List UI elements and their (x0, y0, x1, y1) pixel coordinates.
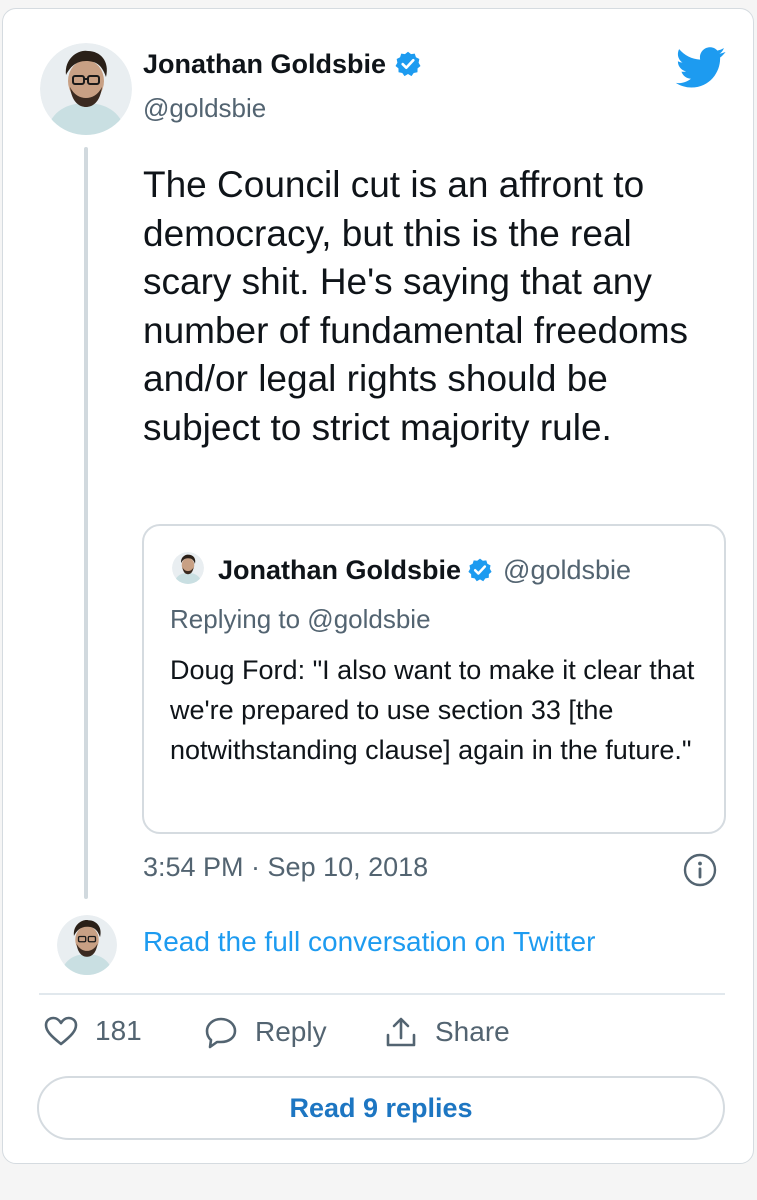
verified-badge-icon (395, 51, 421, 77)
conversation-avatar[interactable] (57, 915, 117, 975)
speech-bubble-icon (205, 1017, 237, 1049)
quoted-tweet-text: Doug Ford: "I also want to make it clear… (170, 655, 695, 765)
replying-to-label: Replying to @goldsbie (170, 604, 431, 634)
read-replies-button[interactable]: Read 9 replies (37, 1076, 725, 1140)
reply-label: Reply (255, 1016, 327, 1047)
divider (39, 993, 725, 995)
share-label: Share (435, 1016, 510, 1047)
quoted-tweet[interactable]: Jonathan Goldsbie @goldsbie Replying to @… (142, 524, 726, 834)
thread-connector-line (84, 147, 88, 899)
twitter-bird-icon[interactable] (675, 47, 727, 89)
quoted-author-name[interactable]: Jonathan Goldsbie (218, 555, 461, 585)
like-count: 181 (95, 1015, 142, 1046)
author-name-text[interactable]: Jonathan Goldsbie (143, 49, 386, 79)
reply-button[interactable]: Reply (203, 1015, 327, 1049)
quoted-author-avatar[interactable] (172, 552, 204, 584)
read-full-conversation-link[interactable]: Read the full conversation on Twitter (143, 926, 595, 958)
quoted-author-line[interactable]: Jonathan Goldsbie @goldsbie (218, 555, 631, 586)
author-avatar[interactable] (40, 43, 132, 135)
verified-badge-icon (468, 558, 492, 582)
share-button[interactable]: Share (383, 1015, 510, 1049)
heart-icon (44, 1016, 78, 1046)
quoted-author-handle[interactable]: @goldsbie (503, 555, 631, 585)
author-handle[interactable]: @goldsbie (143, 93, 266, 124)
tweet-body-text: The Council cut is an affront to democra… (143, 164, 689, 448)
tweet-embed-card: Jonathan Goldsbie @goldsbie The Council … (2, 8, 754, 1164)
share-arrow-icon (386, 1017, 416, 1047)
author-name[interactable]: Jonathan Goldsbie (143, 49, 422, 80)
tweet-timestamp[interactable]: 3:54 PM · Sep 10, 2018 (143, 852, 428, 883)
like-button[interactable]: 181 (43, 1015, 142, 1047)
info-icon[interactable] (683, 853, 717, 887)
